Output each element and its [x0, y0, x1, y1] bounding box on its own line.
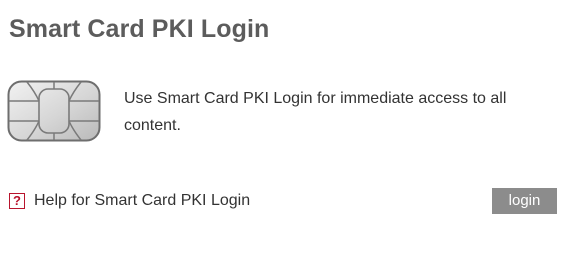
smart-card-login-panel: Smart Card PKI Login Use Smart Card PKI …	[0, 0, 561, 264]
help-row: ? Help for Smart Card PKI Login	[9, 190, 250, 212]
page-title: Smart Card PKI Login	[9, 15, 270, 43]
help-icon[interactable]: ?	[9, 193, 25, 209]
help-link[interactable]: Help for Smart Card PKI Login	[34, 192, 250, 210]
login-button[interactable]: login	[492, 188, 557, 214]
login-description: Use Smart Card PKI Login for immediate a…	[124, 90, 507, 134]
smart-card-chip-icon	[7, 80, 101, 142]
